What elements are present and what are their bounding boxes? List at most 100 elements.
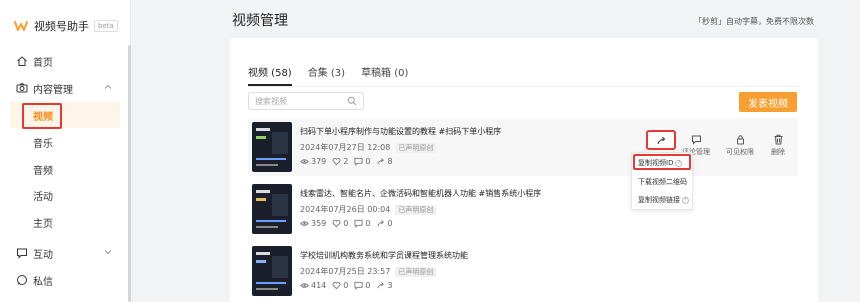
video-thumbnail[interactable] <box>252 184 292 234</box>
video-thumbnail[interactable] <box>252 246 292 296</box>
video-row[interactable]: 学校培训机构教务系统和学员课程管理系统功能 2024年07月25日 23:57 … <box>248 242 798 300</box>
video-management-card: 视频 (58) 合集 (3) 草稿箱 (0) 发表视频 扫码下单小程序制作与功能… <box>230 38 818 302</box>
video-stats: 379 2 0 8 <box>300 157 393 166</box>
views-count: 379 <box>311 157 327 166</box>
menu-item-download-qrcode[interactable]: 下载视频二维码 <box>632 173 694 191</box>
video-title[interactable]: 扫码下单小程序制作与功能设置的教程 #扫码下单小程序 <box>300 126 501 137</box>
delete-label: 删除 <box>771 148 785 156</box>
original-badge: 已声明原创 <box>395 266 437 277</box>
tab-bar: 视频 (58) 合集 (3) 草稿箱 (0) <box>248 64 408 86</box>
video-stats: 359 0 0 0 <box>300 219 393 228</box>
video-date-text: 2024年07月26日 00:04 <box>300 205 391 214</box>
lock-icon <box>736 135 744 145</box>
app-logo[interactable]: 视频号助手 beta <box>14 18 118 34</box>
heart-icon <box>332 220 341 228</box>
video-title[interactable]: 线索雷达、智能名片、企微活码和智能机器人功能 #销售系统小程序 <box>300 188 541 199</box>
tab-divider <box>248 86 800 87</box>
share-icon <box>657 136 666 145</box>
comment-icon <box>354 281 363 290</box>
sidebar-item-label: 音频 <box>33 165 53 177</box>
nav-interaction[interactable]: 互动 <box>0 240 128 266</box>
sidebar-item-audio[interactable]: 音频 <box>10 156 120 182</box>
sidebar: 视频号助手 beta 首页 内容管理 视频 音乐 音频 活动 主页 互动 私信 <box>0 0 131 302</box>
likes-count: 0 <box>343 281 349 290</box>
video-date: 2024年07月27日 12:08 已声明原创 <box>300 142 437 153</box>
nav-messages[interactable]: 私信 <box>0 267 128 293</box>
video-row[interactable]: 扫码下单小程序制作与功能设置的教程 #扫码下单小程序 2024年07月27日 1… <box>248 118 798 176</box>
likes-count: 2 <box>343 157 349 166</box>
eye-icon <box>300 159 309 164</box>
menu-item-copy-video-link[interactable]: 复制视频链接? <box>632 191 694 209</box>
tab-drafts[interactable]: 草稿箱 (0) <box>361 64 408 80</box>
video-row[interactable]: 线索雷达、智能名片、企微活码和智能机器人功能 #销售系统小程序 2024年07月… <box>248 180 798 238</box>
search-box <box>248 92 364 110</box>
shares-count: 8 <box>387 157 393 166</box>
video-date: 2024年07月26日 00:04 已声明原创 <box>300 204 437 215</box>
app-name: 视频号助手 <box>34 20 89 33</box>
beta-badge: beta <box>94 20 118 32</box>
chat-bubble-icon <box>17 248 27 259</box>
sidebar-item-label: 音乐 <box>33 138 53 150</box>
nav-content-management[interactable]: 内容管理 <box>0 75 128 101</box>
eye-icon <box>300 283 309 288</box>
share-button[interactable] <box>646 130 676 150</box>
share-icon <box>377 282 385 289</box>
share-icon <box>377 220 385 227</box>
video-thumbnail[interactable] <box>252 122 292 172</box>
share-icon <box>377 158 385 165</box>
help-icon[interactable]: ? <box>682 196 689 204</box>
likes-count: 0 <box>343 219 349 228</box>
views-stat: 359 <box>300 219 326 228</box>
likes-stat: 0 <box>332 281 348 290</box>
page-title: 视频管理 <box>232 13 288 29</box>
trash-icon <box>774 134 782 145</box>
search-icon[interactable] <box>347 96 357 106</box>
video-title[interactable]: 学校培训机构教务系统和学员课程管理系统功能 <box>300 250 468 261</box>
likes-stat: 2 <box>332 157 348 166</box>
nav-home-label: 首页 <box>33 57 53 69</box>
sidebar-item-activity[interactable]: 活动 <box>10 182 120 208</box>
visibility-button[interactable]: 可见权限 <box>720 134 760 157</box>
tab-collections[interactable]: 合集 (3) <box>308 64 345 80</box>
chevron-down-icon <box>104 250 112 255</box>
original-badge: 已声明原创 <box>395 204 437 215</box>
chevron-up-icon <box>104 84 112 89</box>
publish-video-button[interactable]: 发表视频 <box>739 92 797 112</box>
comments-stat: 0 <box>354 157 370 166</box>
video-stats: 414 0 0 3 <box>300 281 393 290</box>
sidebar-scrollbar[interactable] <box>128 45 131 302</box>
menu-item-label: 下载视频二维码 <box>638 178 687 186</box>
share-dropdown-menu: 复制视频ID? 下载视频二维码 复制视频链接? <box>631 152 693 210</box>
tab-videos[interactable]: 视频 (58) <box>248 64 292 86</box>
menu-item-label: 复制视频链接 <box>638 196 680 204</box>
promo-link[interactable]: 「秒剪」自动字幕，免费不限次数 <box>694 16 814 27</box>
video-date-text: 2024年07月25日 23:57 <box>300 267 391 276</box>
comments-stat: 0 <box>354 219 370 228</box>
sidebar-item-music[interactable]: 音乐 <box>10 129 120 155</box>
likes-stat: 0 <box>332 219 348 228</box>
shares-stat: 8 <box>376 157 393 166</box>
logo-icon <box>14 21 28 31</box>
nav-home[interactable]: 首页 <box>0 48 128 74</box>
comments-count: 0 <box>365 157 371 166</box>
shares-stat: 3 <box>376 281 393 290</box>
search-input[interactable] <box>249 93 339 109</box>
delete-button[interactable]: 删除 <box>758 134 798 157</box>
visibility-label: 可见权限 <box>726 148 754 156</box>
shares-count: 3 <box>387 281 393 290</box>
message-icon <box>17 275 27 285</box>
shares-stat: 0 <box>376 219 393 228</box>
heart-icon <box>332 282 341 290</box>
sidebar-item-label: 活动 <box>33 191 53 203</box>
video-date-text: 2024年07月27日 12:08 <box>300 143 391 152</box>
views-stat: 379 <box>300 157 326 166</box>
eye-icon <box>300 221 309 226</box>
home-icon <box>17 56 27 66</box>
shares-count: 0 <box>387 219 393 228</box>
nav-messages-label: 私信 <box>33 276 53 288</box>
comment-icon <box>691 135 701 145</box>
sidebar-item-homepage[interactable]: 主页 <box>10 209 120 235</box>
comments-count: 0 <box>365 281 371 290</box>
video-date: 2024年07月25日 23:57 已声明原创 <box>300 266 437 277</box>
comments-stat: 0 <box>354 281 370 290</box>
